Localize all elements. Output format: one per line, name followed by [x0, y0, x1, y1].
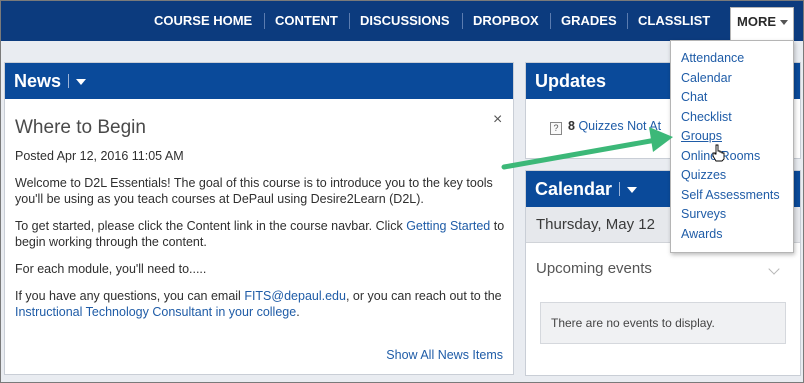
hand-cursor-icon — [712, 144, 725, 162]
annotation-arrow-head — [649, 127, 673, 152]
app-frame: COURSE HOME CONTENT DISCUSSIONS DROPBOX … — [0, 0, 804, 383]
annotation-arrow-shaft — [501, 137, 659, 170]
annotation-overlay — [501, 127, 725, 170]
